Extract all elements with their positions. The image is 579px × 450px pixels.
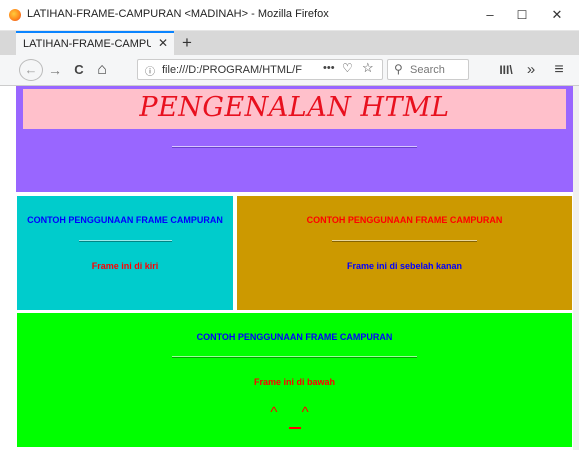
url-bar[interactable]: ⓘ file:///D:/PROGRAM/HTML/FR ••• ♡ ☆ [137, 59, 383, 80]
library-icon[interactable]: III\ [495, 59, 517, 81]
smiley-eyes: ^ ^ [270, 404, 319, 421]
smiley-mouth [289, 427, 301, 429]
page-content: PENGENALAN HTML CONTOH PENGGUNAAN FRAME … [16, 86, 573, 448]
tab-label: LATIHAN-FRAME-CAMPURAN <M [23, 38, 151, 50]
frame-top: PENGENALAN HTML [16, 86, 573, 192]
page-actions-icon[interactable]: ••• [323, 62, 335, 74]
frame-right-title: CONTOH PENGGUNAAN FRAME CAMPURAN [306, 215, 503, 225]
info-icon[interactable]: ⓘ [145, 63, 155, 78]
horizontal-rule [172, 146, 417, 148]
tab-close-icon[interactable]: ✕ [158, 36, 168, 50]
home-icon[interactable]: ⌂ [92, 59, 112, 81]
window-title: LATIHAN-FRAME-CAMPURAN <MADINAH> - Mozil… [27, 8, 329, 20]
url-text[interactable]: file:///D:/PROGRAM/HTML/FR [162, 64, 302, 76]
star-icon[interactable]: ☆ [362, 60, 374, 76]
window-edge [573, 86, 579, 450]
horizontal-rule [79, 240, 172, 242]
frame-bottom-text: Frame ini di bawah [253, 377, 336, 387]
frame-bottom-title: CONTOH PENGGUNAAN FRAME CAMPURAN [196, 332, 393, 342]
horizontal-rule [172, 356, 417, 358]
frame-left-text: Frame ini di kiri [91, 261, 159, 271]
tab-strip: LATIHAN-FRAME-CAMPURAN <M ✕ + [0, 31, 579, 55]
frame-left: CONTOH PENGGUNAAN FRAME CAMPURAN Frame i… [17, 196, 233, 310]
frame-bottom: CONTOH PENGGUNAAN FRAME CAMPURAN Frame i… [17, 313, 572, 447]
frame-right: CONTOH PENGGUNAAN FRAME CAMPURAN Frame i… [237, 196, 572, 310]
horizontal-rule [332, 240, 477, 242]
back-arrow-icon[interactable]: ← [19, 59, 43, 81]
overflow-icon[interactable]: » [522, 59, 540, 81]
reload-icon[interactable]: C [70, 59, 88, 81]
window-titlebar: LATIHAN-FRAME-CAMPURAN <MADINAH> - Mozil… [0, 0, 579, 31]
tab-latihan-frame[interactable]: LATIHAN-FRAME-CAMPURAN <M ✕ [16, 31, 174, 55]
pocket-icon[interactable]: ♡ [342, 61, 353, 75]
search-bar[interactable]: ⚲ Search [387, 59, 469, 80]
minimize-button[interactable]: – [477, 5, 503, 25]
search-icon: ⚲ [394, 62, 403, 76]
navigation-toolbar: ← → C ⌂ ⓘ file:///D:/PROGRAM/HTML/FR •••… [0, 55, 579, 86]
hamburger-menu-icon[interactable]: ≡ [550, 59, 568, 81]
forward-arrow-icon[interactable]: → [46, 59, 64, 81]
search-input[interactable]: Search [410, 64, 445, 76]
heading-box: PENGENALAN HTML [23, 89, 566, 129]
frame-left-title: CONTOH PENGGUNAAN FRAME CAMPURAN [27, 215, 223, 225]
frame-right-text: Frame ini di sebelah kanan [346, 261, 463, 271]
new-tab-button[interactable]: + [182, 31, 192, 55]
close-window-button[interactable]: ✕ [544, 5, 570, 25]
page-heading: PENGENALAN HTML [139, 92, 450, 123]
firefox-logo-icon [9, 9, 21, 21]
maximize-button[interactable]: ☐ [509, 5, 535, 25]
